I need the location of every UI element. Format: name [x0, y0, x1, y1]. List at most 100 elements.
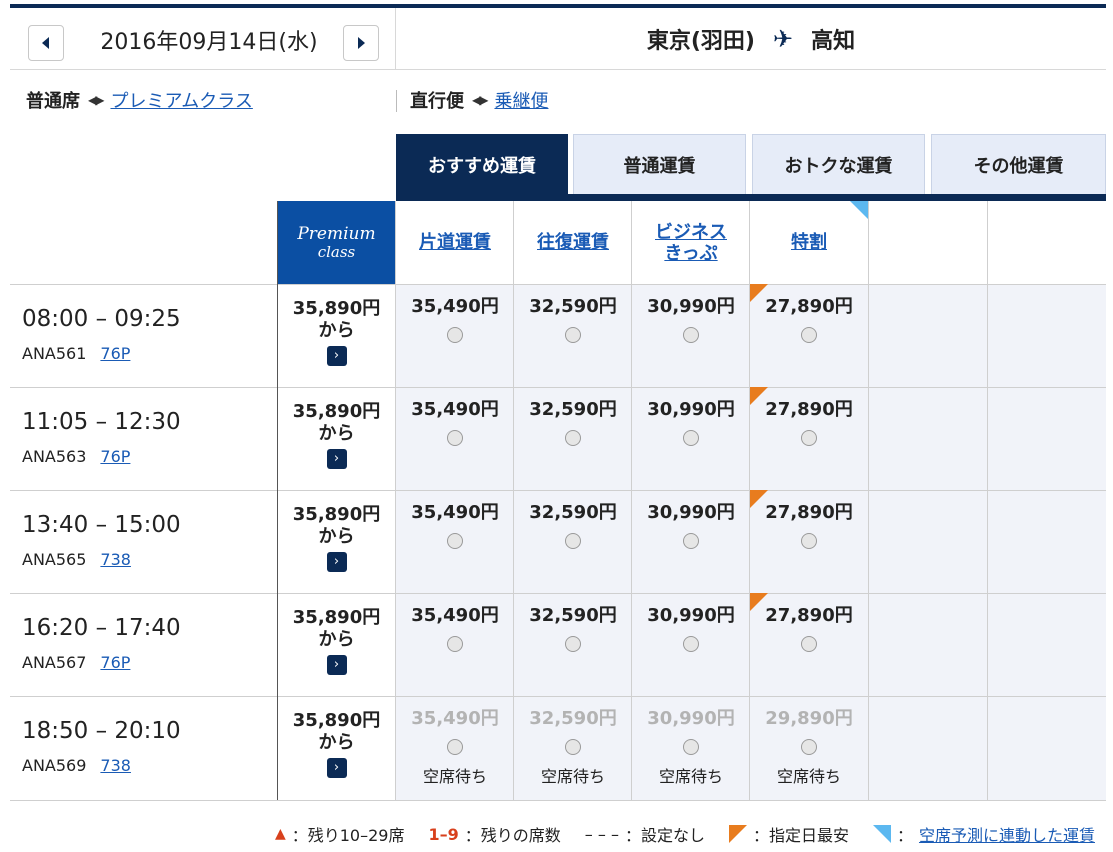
seat-forecast-marker-icon — [872, 825, 891, 843]
premium-price: 35,890円 — [292, 504, 381, 525]
premium-from: から — [318, 526, 355, 547]
fare-cell-roundtrip: 32,590円 — [514, 593, 632, 696]
fare-header-business[interactable]: ビジネス きっぷ — [632, 201, 750, 284]
premium-price: 35,890円 — [292, 710, 381, 731]
flight-number: ANA565 738 — [22, 550, 131, 569]
triangle-warning-icon: ▲ — [274, 826, 286, 842]
fare-radio[interactable] — [447, 533, 463, 549]
fare-price: 35,490円 — [411, 399, 499, 420]
cabin-current: 普通席 — [26, 91, 80, 112]
premium-price: 35,890円 — [292, 298, 381, 319]
aircraft-link[interactable]: 76P — [100, 447, 130, 466]
connecting-flights-link[interactable]: 乗継便 — [494, 87, 548, 113]
flight-time: 08:00 – 09:25 — [22, 306, 181, 332]
swap-arrows-icon: ◀▶ — [472, 93, 489, 107]
fare-radio[interactable] — [683, 636, 699, 652]
aircraft-link[interactable]: 76P — [100, 344, 130, 363]
premium-fare-cell: 35,890円 から › — [278, 593, 395, 696]
fare-radio[interactable] — [447, 430, 463, 446]
waitlist-label: 空席待ち — [776, 767, 841, 786]
fare-cell-oneway: 35,490円 — [396, 284, 514, 387]
fare-radio[interactable] — [565, 327, 581, 343]
fare-cell-roundtrip: 32,590円 — [514, 284, 632, 387]
flight-number: ANA563 76P — [22, 447, 131, 466]
fare-price: 30,990円 — [647, 605, 735, 626]
route-current: 直行便 — [410, 91, 464, 112]
fare-cell-oneway: 35,490円 — [396, 387, 514, 490]
lowest-fare-marker-icon — [750, 387, 768, 405]
lowest-fare-marker-icon — [750, 490, 768, 508]
premium-price: 35,890円 — [292, 607, 381, 628]
flight-number: ANA561 76P — [22, 344, 131, 363]
tab-discount[interactable]: おトクな運賃 — [752, 134, 925, 194]
airplane-icon: ✈ — [773, 24, 794, 53]
premium-from: から — [318, 320, 355, 341]
flight-number: ANA569 738 — [22, 756, 131, 775]
tab-normal[interactable]: 普通運賃 — [573, 134, 746, 194]
premium-from: から — [318, 732, 355, 753]
fare-radio[interactable] — [683, 430, 699, 446]
flight-time: 16:20 – 17:40 — [22, 615, 181, 641]
fare-header-roundtrip[interactable]: 往復運賃 — [514, 201, 632, 284]
tab-underline — [396, 194, 1106, 201]
destination-city: 高知 — [811, 28, 856, 54]
fare-price: 35,490円 — [411, 708, 499, 729]
chevron-right-button[interactable]: › — [326, 758, 347, 778]
fare-cell-oneway: 35,490円 — [396, 593, 514, 696]
lowest-fare-marker-icon — [750, 284, 768, 302]
fare-radio[interactable] — [801, 739, 817, 755]
flight-number: ANA567 76P — [22, 653, 131, 672]
route-header: 東京(羽田) ✈ 高知 — [396, 8, 1106, 70]
fare-radio[interactable] — [683, 327, 699, 343]
premium-fare-cell: 35,890円 から › — [278, 696, 395, 800]
fare-radio[interactable] — [801, 533, 817, 549]
aircraft-link[interactable]: 738 — [100, 550, 131, 569]
fare-radio[interactable] — [565, 636, 581, 652]
tab-recommended[interactable]: おすすめ運賃 — [396, 134, 568, 194]
fare-radio[interactable] — [801, 430, 817, 446]
fare-radio[interactable] — [801, 327, 817, 343]
fare-cell-tokuwari: 27,890円 — [750, 490, 868, 593]
date-selector: 2016年09月14日(水) — [10, 8, 396, 70]
flight-time: 13:40 – 15:00 — [22, 512, 181, 538]
aircraft-link[interactable]: 738 — [100, 756, 131, 775]
seat-forecast-link[interactable]: 空席予測に連動した運賃 — [919, 822, 1095, 846]
fare-radio[interactable] — [447, 327, 463, 343]
next-date-button[interactable] — [343, 25, 379, 61]
premium-class-link[interactable]: プレミアムクラス — [110, 87, 252, 113]
chevron-right-button[interactable]: › — [326, 655, 347, 675]
aircraft-link[interactable]: 76P — [100, 653, 130, 672]
fare-header-oneway[interactable]: 片道運賃 — [396, 201, 514, 284]
fare-price: 32,590円 — [529, 605, 617, 626]
prev-date-button[interactable] — [28, 25, 64, 61]
chevron-right-button[interactable]: › — [326, 449, 347, 469]
tab-other[interactable]: その他運賃 — [931, 134, 1106, 194]
fare-price: 32,590円 — [529, 296, 617, 317]
fare-cell-business: 30,990円 空席待ち — [632, 696, 750, 800]
fare-cell-business: 30,990円 — [632, 593, 750, 696]
fare-radio[interactable] — [565, 739, 581, 755]
fare-radio[interactable] — [801, 636, 817, 652]
fare-cell-roundtrip: 32,590円 — [514, 387, 632, 490]
fare-cell-tokuwari: 27,890円 — [750, 387, 868, 490]
fare-radio[interactable] — [683, 739, 699, 755]
caret-right-icon — [358, 37, 365, 49]
lowest-fare-marker-icon — [728, 825, 747, 843]
premium-from: から — [318, 423, 355, 444]
fare-radio[interactable] — [565, 430, 581, 446]
legend: ▲ ：残り10–29席 1–9 ：残りの席数 – – – ：設定なし ：指定日最… — [275, 822, 1095, 846]
fare-radio[interactable] — [447, 739, 463, 755]
fare-radio[interactable] — [447, 636, 463, 652]
fare-price: 30,990円 — [647, 296, 735, 317]
fare-radio[interactable] — [565, 533, 581, 549]
waitlist-label: 空席待ち — [422, 767, 487, 786]
fare-price: 30,990円 — [647, 708, 735, 729]
cabin-toggle: 普通席 ◀▶ プレミアムクラス — [26, 86, 253, 114]
chevron-right-button[interactable]: › — [326, 552, 347, 572]
fare-radio[interactable] — [683, 533, 699, 549]
chevron-right-button[interactable]: › — [326, 346, 347, 366]
toggle-divider — [396, 90, 397, 112]
flight-time: 18:50 – 20:10 — [22, 718, 181, 744]
fare-price: 35,490円 — [411, 605, 499, 626]
fare-cell-tokuwari: 29,890円 空席待ち — [750, 696, 868, 800]
